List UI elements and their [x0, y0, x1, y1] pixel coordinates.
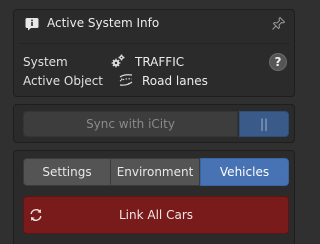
active-object-label: Active Object: [23, 74, 104, 88]
help-button[interactable]: ?: [269, 53, 287, 71]
panel-title: Active System Info: [47, 16, 160, 30]
active-object-value: Road lanes: [142, 74, 208, 88]
system-value: TRAFFIC: [135, 55, 185, 69]
sync-panel: Sync with iCity ||: [13, 104, 295, 143]
pin-icon[interactable]: [271, 16, 286, 31]
sync-with-icity-button[interactable]: Sync with iCity: [23, 111, 238, 137]
settings-gear-icon: [111, 54, 125, 68]
question-mark-icon: ?: [274, 55, 282, 69]
pause-button[interactable]: ||: [239, 111, 289, 137]
link-all-cars-label: Link All Cars: [119, 208, 193, 222]
tab-settings[interactable]: Settings: [23, 158, 111, 186]
header-divider: [18, 43, 290, 44]
tab-vehicles[interactable]: Vehicles: [200, 158, 289, 186]
road-lanes-icon: [119, 74, 133, 86]
active-system-info-panel: Active System Info System TRAFFIC ? Acti…: [13, 9, 295, 97]
link-all-cars-button[interactable]: Link All Cars: [23, 196, 289, 234]
info-bubble-icon: [25, 18, 39, 31]
tab-environment[interactable]: Environment: [111, 158, 200, 186]
system-label: System: [23, 55, 68, 69]
vehicles-panel: Settings Environment Vehicles Link All C…: [13, 150, 295, 244]
panel-header[interactable]: Active System Info: [14, 10, 294, 37]
